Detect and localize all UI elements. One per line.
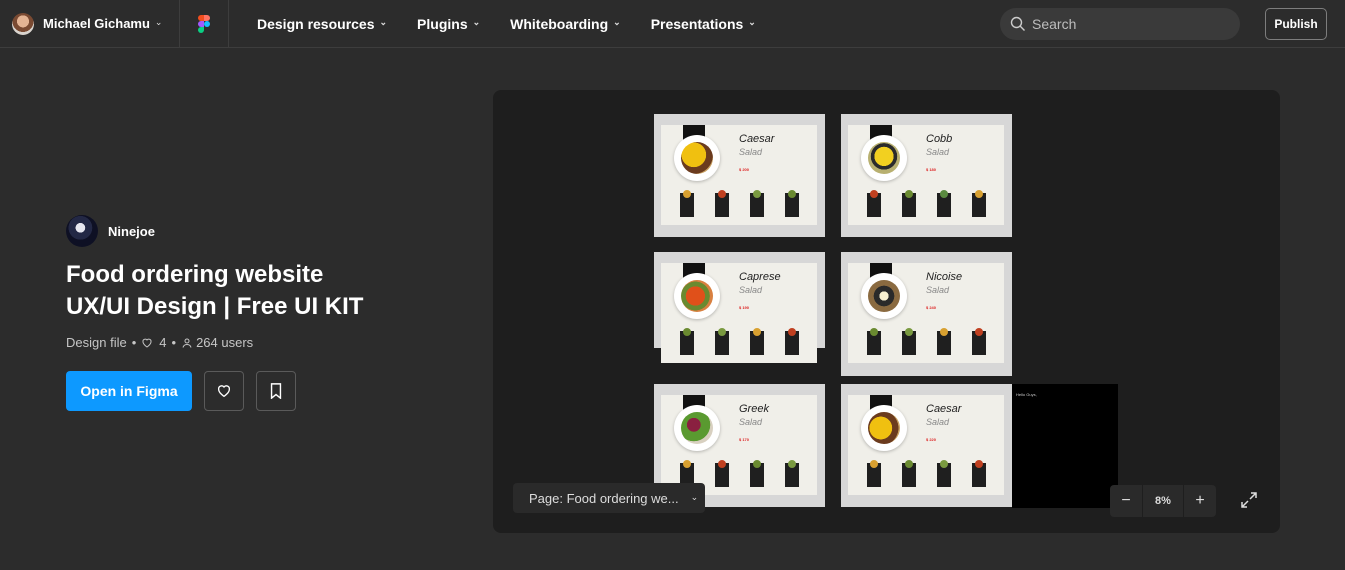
nav-presentations[interactable]: Presentations ⌄ xyxy=(651,16,756,32)
dish-name: Nicoise xyxy=(926,271,963,283)
figma-logo-icon[interactable] xyxy=(180,0,229,48)
dish-subtitle: Salad xyxy=(739,285,763,295)
zoom-in-button[interactable]: + xyxy=(1184,485,1216,517)
user-name: Michael Gichamu xyxy=(43,16,150,31)
dish-name: Cobb xyxy=(926,133,953,145)
bookmark-icon xyxy=(270,383,282,399)
chevron-down-icon: ⌄ xyxy=(690,491,699,502)
user-icon xyxy=(182,338,192,348)
frame-cobb: Cobb Salad $ 180 xyxy=(841,114,1012,237)
author[interactable]: Ninejoe xyxy=(66,215,466,247)
file-preview[interactable]: Caesar Salad $ 200 Cobb Salad $ 180 Capr… xyxy=(493,90,1280,533)
nav-plugins[interactable]: Plugins ⌄ xyxy=(417,16,480,32)
dish-price: $ 200 xyxy=(739,167,750,172)
dish-price: $ 220 xyxy=(926,437,937,442)
open-in-figma-button[interactable]: Open in Figma xyxy=(66,371,192,411)
main-nav: Design resources ⌄ Plugins ⌄ Whiteboarding… xyxy=(257,16,786,32)
dish-price: $ 240 xyxy=(926,305,937,310)
file-meta: Design file • 4 • 264 users xyxy=(66,335,254,350)
user-menu[interactable]: Michael Gichamu ⌄ xyxy=(0,0,180,48)
heart-icon xyxy=(217,385,231,398)
file-title-line-2: UX/UI Design | Free UI KIT xyxy=(66,293,364,320)
search-input[interactable] xyxy=(1032,16,1222,32)
dish-subtitle: Salad xyxy=(926,285,950,295)
dish-subtitle: Salad xyxy=(739,147,763,157)
search-icon xyxy=(1010,16,1025,31)
top-bar: Michael Gichamu ⌄ Design resources ⌄ Plug… xyxy=(0,0,1345,48)
like-button[interactable] xyxy=(204,371,244,411)
dish-subtitle: Salad xyxy=(739,417,763,427)
file-title-line-1: Food ordering website xyxy=(66,261,324,288)
chevron-down-icon: ⌄ xyxy=(613,17,621,27)
bookmark-button[interactable] xyxy=(256,371,296,411)
author-name: Ninejoe xyxy=(108,223,155,239)
dish-subtitle: Salad xyxy=(926,417,950,427)
frame-caesar: Caesar Salad $ 200 xyxy=(654,114,825,237)
user-count: 264 users xyxy=(196,335,254,350)
dish-price: $ 190 xyxy=(739,305,750,310)
expand-icon[interactable] xyxy=(1239,490,1259,510)
page-selector[interactable]: Page: Food ordering we... ⌄ xyxy=(513,483,705,513)
frame-caprese: Caprese Salad $ 190 xyxy=(654,252,825,363)
file-actions: Open in Figma xyxy=(66,371,466,411)
chevron-down-icon: ⌄ xyxy=(154,17,163,27)
zoom-out-button[interactable]: − xyxy=(1110,485,1142,517)
dish-name: Caesar xyxy=(926,403,962,415)
chevron-down-icon: ⌄ xyxy=(472,17,481,27)
nav-whiteboarding[interactable]: Whiteboarding ⌄ xyxy=(510,16,621,32)
like-count: 4 xyxy=(159,335,167,350)
notes-frame: Hello Guys, xyxy=(1012,384,1118,508)
frame-nicoise: Nicoise Salad $ 240 xyxy=(841,252,1012,376)
file-info: Ninejoe Food ordering website UX/UI Desi… xyxy=(66,215,466,411)
file-title: Food ordering website UX/UI Design | Fre… xyxy=(66,259,466,323)
author-avatar xyxy=(66,215,98,247)
dish-name: Caesar xyxy=(739,133,775,145)
zoom-level: 8% xyxy=(1142,485,1184,517)
chevron-down-icon: ⌄ xyxy=(748,17,756,27)
frame-caesar-2: Caesar Salad $ 220 xyxy=(841,384,1012,507)
notes-title: Hello Guys, xyxy=(1016,392,1037,397)
search-box[interactable] xyxy=(1000,8,1240,40)
dish-price: $ 180 xyxy=(926,167,937,172)
chevron-down-icon: ⌄ xyxy=(379,17,388,27)
user-avatar xyxy=(12,12,34,35)
nav-design-resources[interactable]: Design resources ⌄ xyxy=(257,16,387,32)
dish-price: $ 170 xyxy=(739,437,750,442)
file-type: Design file xyxy=(66,335,127,350)
page-selector-label: Page: Food ordering we... xyxy=(529,490,679,506)
dish-subtitle: Salad xyxy=(926,147,950,157)
heart-icon xyxy=(142,338,152,348)
zoom-controls: − 8% + xyxy=(1110,485,1216,517)
dish-name: Caprese xyxy=(739,271,781,283)
publish-button[interactable]: Publish xyxy=(1265,8,1327,40)
dish-name: Greek xyxy=(739,403,769,415)
